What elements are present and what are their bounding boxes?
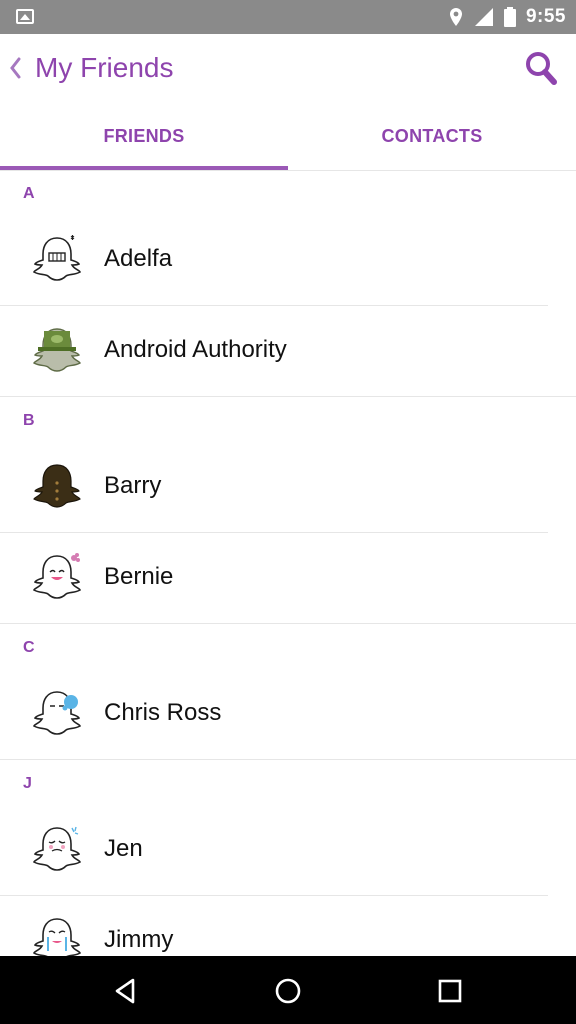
friend-name: Jimmy bbox=[104, 926, 174, 953]
square-recents-icon[interactable] bbox=[433, 974, 467, 1008]
page-title: My Friends bbox=[35, 52, 174, 83]
app-header: My Friends bbox=[0, 34, 576, 106]
friend-row[interactable]: Android Authority bbox=[0, 306, 576, 397]
section-letter: J bbox=[23, 775, 32, 792]
circle-home-icon[interactable] bbox=[271, 974, 305, 1008]
system-navigation-bar bbox=[0, 956, 576, 1024]
triangle-back-icon[interactable] bbox=[109, 974, 143, 1008]
friend-row[interactable]: Barry bbox=[0, 442, 548, 533]
ghost-avatar-nervous-icon bbox=[32, 826, 82, 871]
status-bar: 9:55 bbox=[0, 0, 576, 34]
ghost-avatar-green-hat-icon bbox=[33, 328, 81, 372]
friend-row[interactable]: Jimmy bbox=[0, 896, 576, 956]
signal-icon bbox=[474, 8, 493, 26]
ghost-avatar-happy-flower-icon bbox=[32, 553, 82, 599]
friend-row[interactable]: Chris Ross bbox=[0, 669, 576, 760]
section-letter: A bbox=[23, 185, 35, 202]
search-icon[interactable] bbox=[524, 50, 558, 86]
friends-list: A Adelfa Android Authority B Barry Berni… bbox=[0, 170, 576, 956]
friend-row[interactable]: Bernie bbox=[0, 533, 576, 624]
friend-name: Bernie bbox=[104, 563, 174, 590]
tab-contacts[interactable]: CONTACTS bbox=[288, 106, 576, 166]
ghost-avatar-crying-icon bbox=[32, 918, 82, 956]
section-header-a: A bbox=[0, 170, 576, 215]
gallery-notification-icon bbox=[16, 9, 34, 24]
tab-friends[interactable]: FRIENDS bbox=[0, 106, 288, 166]
friend-name: Adelfa bbox=[104, 245, 173, 272]
battery-icon bbox=[503, 7, 516, 27]
section-header-c: C bbox=[0, 624, 576, 669]
friend-row[interactable]: Jen bbox=[0, 805, 548, 896]
friend-name: Android Authority bbox=[104, 336, 287, 363]
friend-name: Jen bbox=[104, 835, 143, 862]
ghost-avatar-bubble-icon bbox=[32, 691, 82, 735]
section-letter: B bbox=[23, 412, 35, 429]
clock: 9:55 bbox=[525, 6, 566, 27]
tab-bar: FRIENDS CONTACTS bbox=[0, 106, 576, 171]
friend-name: Barry bbox=[104, 472, 162, 499]
ghost-avatar-dark-icon bbox=[33, 464, 81, 508]
section-header-j: J bbox=[0, 760, 576, 805]
section-letter: C bbox=[23, 639, 35, 656]
friend-row[interactable]: Adelfa bbox=[0, 215, 548, 306]
location-icon bbox=[449, 8, 462, 26]
chevron-left-icon[interactable] bbox=[8, 56, 26, 84]
ghost-avatar-angry-icon bbox=[32, 235, 82, 281]
friend-name: Chris Ross bbox=[104, 699, 222, 726]
section-header-b: B bbox=[0, 397, 576, 442]
